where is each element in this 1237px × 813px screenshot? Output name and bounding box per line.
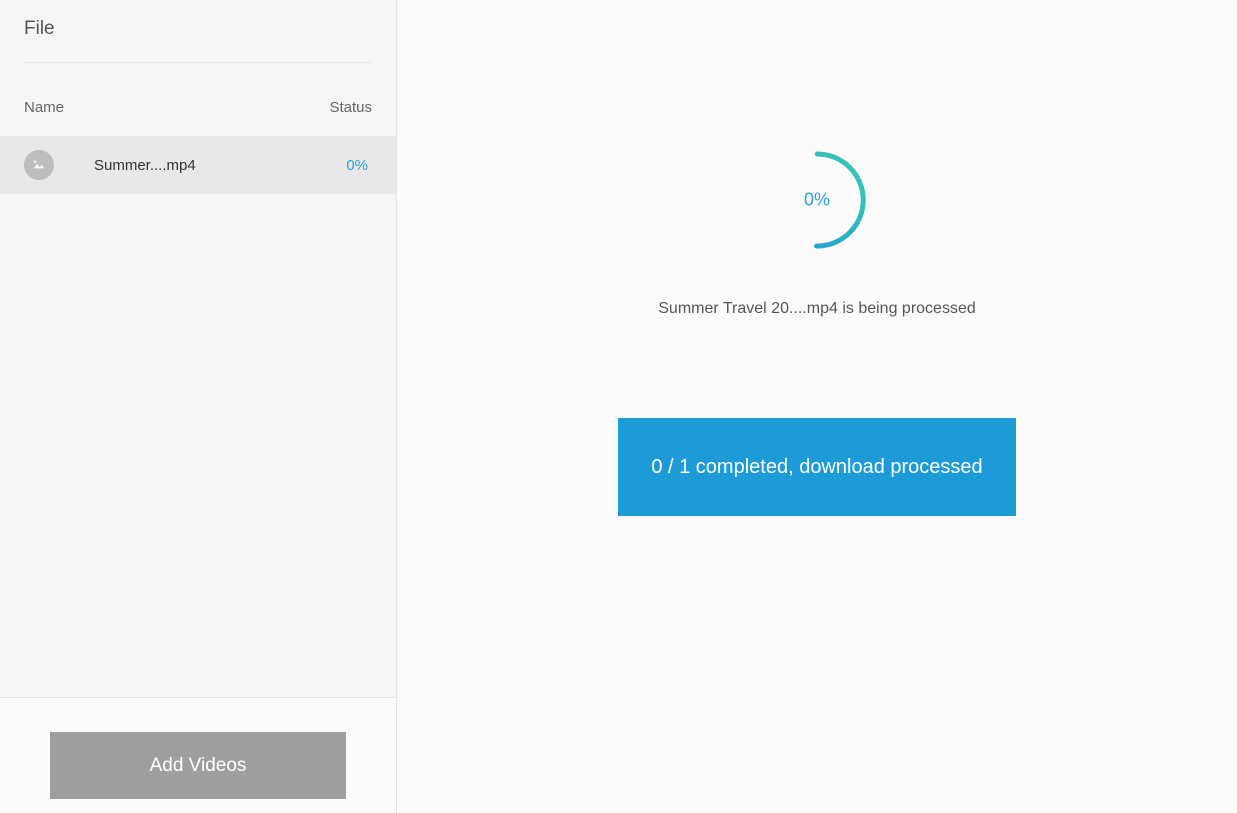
- download-button[interactable]: 0 / 1 completed, download processed: [618, 418, 1016, 516]
- progress-ring: 0%: [765, 148, 869, 252]
- list-header: Name Status: [0, 63, 396, 136]
- image-file-icon: [24, 150, 54, 180]
- processing-text: Summer Travel 20....mp4 is being process…: [658, 300, 975, 318]
- progress-percent: 0%: [804, 190, 830, 211]
- sidebar-footer: Add Videos: [0, 697, 396, 813]
- file-name: Summer....mp4: [94, 157, 346, 174]
- sidebar-spacer: [0, 194, 396, 697]
- file-row[interactable]: Summer....mp4 0%: [0, 136, 396, 194]
- progress-section: 0% Summer Travel 20....mp4 is being proc…: [658, 148, 975, 318]
- column-header-name: Name: [24, 99, 64, 116]
- file-title: File: [24, 18, 372, 40]
- add-videos-button[interactable]: Add Videos: [50, 732, 346, 799]
- sidebar: File Name Status Summer....mp4 0% Add Vi…: [0, 0, 397, 813]
- main-panel: 0% Summer Travel 20....mp4 is being proc…: [397, 0, 1237, 813]
- file-status: 0%: [346, 157, 372, 174]
- sidebar-header: File: [0, 0, 396, 62]
- column-header-status: Status: [329, 99, 372, 116]
